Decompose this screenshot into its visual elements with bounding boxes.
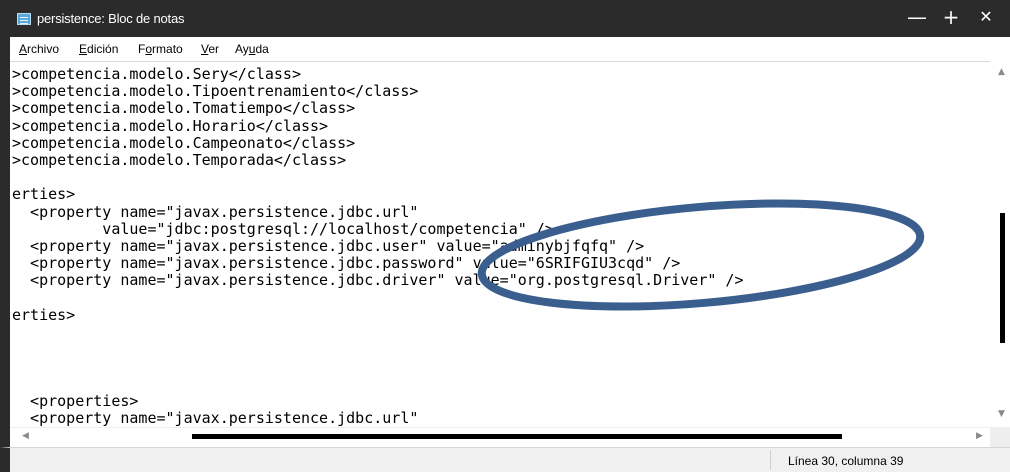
editor-line[interactable]: erties> xyxy=(12,306,744,324)
notepad-icon xyxy=(17,13,31,25)
editor-line[interactable]: <property name="javax.persistence.jdbc.u… xyxy=(12,409,744,427)
editor-line[interactable]: value="jdbc:postgresql://localhost/compe… xyxy=(12,220,744,238)
close-button[interactable]: ✕ xyxy=(972,5,1000,31)
menu-ver[interactable]: Ver xyxy=(201,42,219,56)
arrow-left-icon[interactable]: ◀ xyxy=(22,431,29,441)
window-left-border xyxy=(0,61,10,472)
editor-line[interactable]: >competencia.modelo.Temporada</class> xyxy=(12,151,744,169)
menu-edicion[interactable]: Edición xyxy=(79,42,118,56)
editor-line[interactable]: <properties> xyxy=(12,392,744,410)
scrollbar-corner xyxy=(990,427,1010,447)
editor-line[interactable]: <property name="javax.persistence.jdbc.u… xyxy=(12,237,744,255)
editor-line[interactable]: >competencia.modelo.Sery</class> xyxy=(12,65,744,83)
editor-line[interactable] xyxy=(12,358,744,375)
arrow-up-icon[interactable]: ▲ xyxy=(998,67,1005,77)
editor-line[interactable] xyxy=(12,169,744,186)
menu-formato[interactable]: Formato xyxy=(138,42,183,56)
editor-line[interactable]: >competencia.modelo.Horario</class> xyxy=(12,117,744,135)
menu-bar: Archivo Edición Formato Ver Ayuda xyxy=(0,37,1010,61)
cursor-position: Línea 30, columna 39 xyxy=(788,454,904,468)
title-bar: persistence: Bloc de notas — + ✕ xyxy=(0,0,1010,37)
editor-line[interactable] xyxy=(12,289,744,306)
vertical-scroll-thumb[interactable] xyxy=(1000,213,1005,343)
horizontal-scroll-thumb[interactable] xyxy=(192,434,842,439)
minimize-button[interactable]: — xyxy=(903,5,931,31)
editor-line[interactable]: <property name="javax.persistence.jdbc.d… xyxy=(12,272,743,289)
editor-line[interactable]: >competencia.modelo.Tomatiempo</class> xyxy=(12,100,744,117)
editor-line[interactable] xyxy=(12,341,744,358)
editor-line[interactable]: <property name="javax.persistence.jdbc.u… xyxy=(12,203,744,221)
editor-text[interactable]: >competencia.modelo.Sery</class> >compete… xyxy=(12,65,744,427)
editor-line[interactable]: <property name="javax.persistence.jdbc.p… xyxy=(12,254,744,272)
menu-archivo[interactable]: Archivo xyxy=(19,42,59,56)
editor-line[interactable]: erties> xyxy=(12,186,744,203)
editor-line[interactable]: >competencia.modelo.Tipoentrenamiento</c… xyxy=(12,82,744,100)
arrow-right-icon[interactable]: ▶ xyxy=(976,431,983,441)
window-title: persistence: Bloc de notas xyxy=(37,11,185,26)
vertical-scrollbar[interactable]: ▲ ▼ xyxy=(990,61,1010,427)
menu-ayuda[interactable]: Ayuda xyxy=(235,42,269,56)
editor-line[interactable] xyxy=(12,375,744,392)
text-editor[interactable]: >competencia.modelo.Sery</class> >compete… xyxy=(10,61,1010,428)
editor-line[interactable]: >competencia.modelo.Campeonato</class> xyxy=(12,134,744,152)
arrow-down-icon[interactable]: ▼ xyxy=(998,409,1005,419)
horizontal-scrollbar[interactable]: ◀ ▶ xyxy=(10,427,990,448)
maximize-button[interactable]: + xyxy=(937,5,965,31)
editor-line[interactable] xyxy=(12,324,744,341)
status-bar: Línea 30, columna 39 xyxy=(0,447,1010,472)
status-divider xyxy=(770,450,771,470)
